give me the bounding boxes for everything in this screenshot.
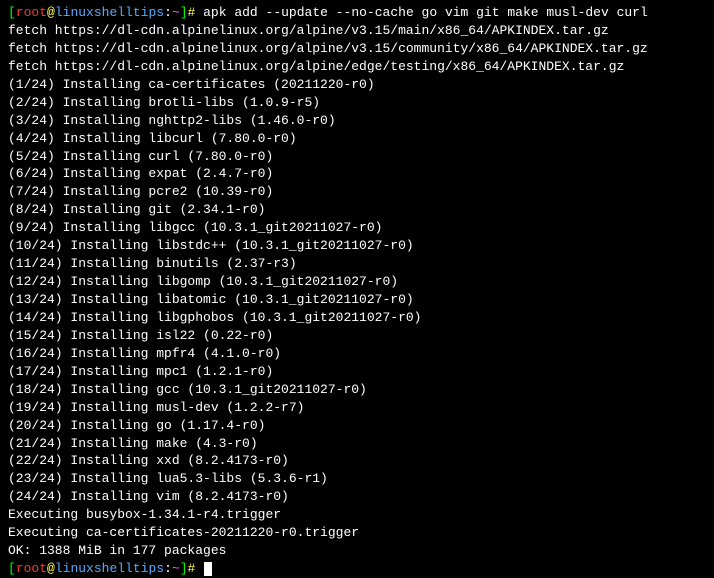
status-text: OK: 1388 MiB in 177 packages [8,543,226,558]
command-line: [root@linuxshelltips:~]# apk add --updat… [8,4,706,22]
status-line: Executing ca-certificates-20211220-r0.tr… [8,524,706,542]
install-line: (7/24) Installing pcre2 (10.39-r0) [8,183,706,201]
cursor [204,562,212,576]
install-text: (8/24) Installing git (2.34.1-r0) [8,202,265,217]
install-text: (20/24) Installing go (1.17.4-r0) [8,418,265,433]
install-text: (14/24) Installing libgphobos (10.3.1_gi… [8,310,421,325]
install-line: (17/24) Installing mpc1 (1.2.1-r0) [8,363,706,381]
install-line: (18/24) Installing gcc (10.3.1_git202110… [8,381,706,399]
install-line: (9/24) Installing libgcc (10.3.1_git2021… [8,219,706,237]
install-text: (18/24) Installing gcc (10.3.1_git202110… [8,382,367,397]
install-text: (2/24) Installing brotli-libs (1.0.9-r5) [8,95,320,110]
install-line: (6/24) Installing expat (2.4.7-r0) [8,165,706,183]
install-line: (1/24) Installing ca-certificates (20211… [8,76,706,94]
install-line: (20/24) Installing go (1.17.4-r0) [8,417,706,435]
install-text: (17/24) Installing mpc1 (1.2.1-r0) [8,364,273,379]
install-text: (16/24) Installing mpfr4 (4.1.0-r0) [8,346,281,361]
terminal-output[interactable]: [root@linuxshelltips:~]# apk add --updat… [8,4,706,578]
install-text: (11/24) Installing binutils (2.37-r3) [8,256,297,271]
install-line: (21/24) Installing make (4.3-r0) [8,435,706,453]
install-line: (19/24) Installing musl-dev (1.2.2-r7) [8,399,706,417]
install-line: (8/24) Installing git (2.34.1-r0) [8,201,706,219]
install-text: (23/24) Installing lua5.3-libs (5.3.6-r1… [8,471,328,486]
install-text: (6/24) Installing expat (2.4.7-r0) [8,166,273,181]
fetch-text: fetch https://dl-cdn.alpinelinux.org/alp… [8,23,609,38]
install-line: (23/24) Installing lua5.3-libs (5.3.6-r1… [8,470,706,488]
install-text: (13/24) Installing libatomic (10.3.1_git… [8,292,414,307]
install-line: (24/24) Installing vim (8.2.4173-r0) [8,488,706,506]
install-line: (10/24) Installing libstdc++ (10.3.1_git… [8,237,706,255]
install-text: (1/24) Installing ca-certificates (20211… [8,77,375,92]
install-line: (4/24) Installing libcurl (7.80.0-r0) [8,130,706,148]
install-text: (9/24) Installing libgcc (10.3.1_git2021… [8,220,382,235]
install-line: (11/24) Installing binutils (2.37-r3) [8,255,706,273]
install-text: (21/24) Installing make (4.3-r0) [8,436,258,451]
install-text: (24/24) Installing vim (8.2.4173-r0) [8,489,289,504]
install-line: (14/24) Installing libgphobos (10.3.1_gi… [8,309,706,327]
install-line: (2/24) Installing brotli-libs (1.0.9-r5) [8,94,706,112]
install-line: (13/24) Installing libatomic (10.3.1_git… [8,291,706,309]
install-line: (16/24) Installing mpfr4 (4.1.0-r0) [8,345,706,363]
install-text: (22/24) Installing xxd (8.2.4173-r0) [8,453,289,468]
shell-prompt: [root@linuxshelltips:~]# [8,561,203,576]
fetch-line: fetch https://dl-cdn.alpinelinux.org/alp… [8,40,706,58]
install-text: (12/24) Installing libgomp (10.3.1_git20… [8,274,398,289]
install-text: (4/24) Installing libcurl (7.80.0-r0) [8,131,297,146]
fetch-text: fetch https://dl-cdn.alpinelinux.org/alp… [8,41,648,56]
status-text: Executing ca-certificates-20211220-r0.tr… [8,525,359,540]
install-line: (3/24) Installing nghttp2-libs (1.46.0-r… [8,112,706,130]
install-line: (12/24) Installing libgomp (10.3.1_git20… [8,273,706,291]
install-line: (5/24) Installing curl (7.80.0-r0) [8,148,706,166]
status-text: Executing busybox-1.34.1-r4.trigger [8,507,281,522]
shell-prompt: [root@linuxshelltips:~]# [8,5,203,20]
install-text: (10/24) Installing libstdc++ (10.3.1_git… [8,238,414,253]
fetch-line: fetch https://dl-cdn.alpinelinux.org/alp… [8,22,706,40]
install-text: (15/24) Installing isl22 (0.22-r0) [8,328,273,343]
install-text: (5/24) Installing curl (7.80.0-r0) [8,149,273,164]
command-input-line[interactable]: [root@linuxshelltips:~]# [8,560,706,578]
status-line: Executing busybox-1.34.1-r4.trigger [8,506,706,524]
install-text: (7/24) Installing pcre2 (10.39-r0) [8,184,273,199]
install-line: (22/24) Installing xxd (8.2.4173-r0) [8,452,706,470]
command-text: apk add --update --no-cache go vim git m… [203,5,648,20]
fetch-text: fetch https://dl-cdn.alpinelinux.org/alp… [8,59,624,74]
install-text: (3/24) Installing nghttp2-libs (1.46.0-r… [8,113,336,128]
install-line: (15/24) Installing isl22 (0.22-r0) [8,327,706,345]
status-line: OK: 1388 MiB in 177 packages [8,542,706,560]
fetch-line: fetch https://dl-cdn.alpinelinux.org/alp… [8,58,706,76]
install-text: (19/24) Installing musl-dev (1.2.2-r7) [8,400,304,415]
